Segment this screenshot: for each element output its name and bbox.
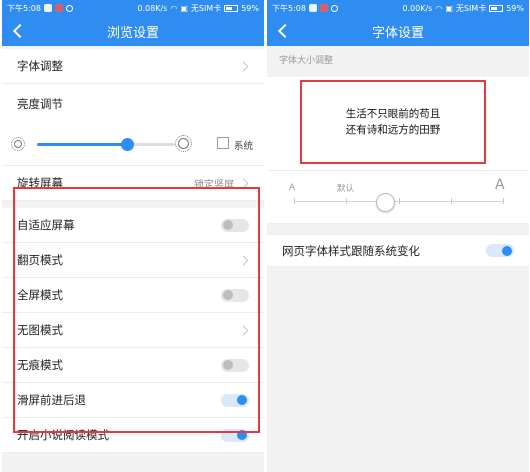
system-brightness-checkbox[interactable] <box>217 137 229 149</box>
chevron-right-icon <box>238 178 249 188</box>
status-time: 下午5:08 <box>7 3 41 13</box>
follow-system-font-toggle[interactable] <box>486 244 514 257</box>
settings-row[interactable]: 全屏模式 <box>2 278 264 313</box>
font-preview-area: 生活不只眼前的苟且 还有诗和远方的田野 <box>267 77 529 171</box>
font-size-slider-area: A 默认 A <box>267 171 529 224</box>
rotate-screen-value: 锁定竖屏 <box>194 179 234 191</box>
network-speed: 0.08K/s <box>137 3 168 13</box>
settings-toggle[interactable] <box>221 428 249 442</box>
settings-row[interactable]: 开启小说阅读模式 <box>2 418 264 453</box>
font-preview-box: 生活不只眼前的苟且 还有诗和远方的田野 <box>300 80 486 164</box>
brightness-slider[interactable] <box>37 138 175 151</box>
settings-row[interactable]: 滑屏前进后退 <box>2 383 264 418</box>
back-arrow-icon[interactable] <box>12 24 22 38</box>
sim-icon: ▣ <box>445 3 453 13</box>
settings-row-label: 全屏模式 <box>17 288 63 302</box>
rotate-screen-row[interactable]: 旋转屏幕 锁定竖屏 <box>2 166 264 201</box>
slider-tick <box>399 198 400 204</box>
app-notification-icon <box>308 4 317 12</box>
sim-icon: ▣ <box>180 3 188 13</box>
settings-row[interactable]: 翻页模式 <box>2 243 264 278</box>
brightness-label: 亮度调节 <box>17 97 63 111</box>
settings-row[interactable]: 无痕模式 <box>2 348 264 383</box>
brightness-section: 亮度调节 系统 <box>2 84 264 166</box>
battery-percent: 59% <box>241 3 259 13</box>
settings-toggle[interactable] <box>221 358 249 372</box>
settings-row-label: 滑屏前进后退 <box>17 393 86 407</box>
toggle-knob <box>223 360 233 370</box>
page-title: 字体设置 <box>371 25 424 41</box>
wifi-icon: ◠ <box>170 3 178 13</box>
browse-settings-screen: 下午5:08 0.08K/s ◠ ▣ 无SIM卡 59% 浏览设置 字体调整 亮… <box>2 0 264 472</box>
settings-row[interactable]: 无图模式 <box>2 313 264 348</box>
chevron-right-icon <box>238 325 249 335</box>
status-bar: 下午5:08 0.00K/s ◠ ▣ 无SIM卡 59% <box>267 0 529 16</box>
settings-list: 自适应屏幕翻页模式全屏模式无图模式无痕模式滑屏前进后退开启小说阅读模式 <box>2 208 264 453</box>
chevron-right-icon <box>238 61 249 71</box>
toggle-knob <box>502 245 512 256</box>
font-adjust-row[interactable]: 字体调整 <box>2 49 264 84</box>
toggle-knob <box>223 220 233 230</box>
slider-tick <box>451 198 452 204</box>
settings-toggle[interactable] <box>221 288 249 302</box>
battery-icon <box>224 4 239 12</box>
back-arrow-icon[interactable] <box>277 24 287 38</box>
font-size-large-label: A <box>495 177 505 193</box>
follow-system-font-label: 网页字体样式跟随系统变化 <box>282 243 420 258</box>
status-time: 下午5:08 <box>272 3 306 13</box>
slider-tick <box>346 198 347 204</box>
system-brightness-label: 系统 <box>234 141 254 152</box>
slider-tick <box>294 198 295 204</box>
font-adjust-label: 字体调整 <box>17 59 63 73</box>
settings-row[interactable]: 自适应屏幕 <box>2 208 264 243</box>
section-gap <box>2 201 264 208</box>
settings-toggle[interactable] <box>221 218 249 232</box>
status-bar: 下午5:08 0.08K/s ◠ ▣ 无SIM卡 59% <box>2 0 264 16</box>
app-notification-icon <box>43 4 52 12</box>
brightness-slider-fill <box>37 143 127 146</box>
font-settings-screen: 下午5:08 0.00K/s ◠ ▣ 无SIM卡 59% 字体设置 字体大小调整… <box>267 0 529 472</box>
rotate-screen-label: 旋转屏幕 <box>17 176 63 190</box>
wifi-icon: ◠ <box>435 3 443 13</box>
brightness-slider-handle[interactable] <box>120 138 134 151</box>
font-size-default-label: 默认 <box>337 184 355 194</box>
settings-row-label: 开启小说阅读模式 <box>17 428 109 442</box>
title-bar: 浏览设置 <box>2 16 264 46</box>
chevron-right-icon <box>238 255 249 265</box>
settings-row-label: 无图模式 <box>17 323 63 337</box>
toggle-knob <box>237 430 247 440</box>
toggle-knob <box>237 395 247 405</box>
battery-percent: 59% <box>506 3 524 13</box>
app-notification-icon <box>54 4 63 12</box>
font-size-slider[interactable] <box>294 198 504 204</box>
page-title: 浏览设置 <box>106 25 159 41</box>
sim-status: 无SIM卡 <box>455 3 487 13</box>
follow-system-font-row[interactable]: 网页字体样式跟随系统变化 <box>267 234 529 267</box>
font-size-small-label: A <box>289 183 296 193</box>
cloud-icon <box>330 4 338 12</box>
title-bar: 字体设置 <box>267 16 529 46</box>
toggle-knob <box>223 290 233 300</box>
settings-row-label: 无痕模式 <box>17 358 63 372</box>
settings-row-label: 翻页模式 <box>17 253 63 267</box>
cloud-icon <box>65 4 73 12</box>
preview-text-line-1: 生活不只眼前的苟且 <box>345 108 441 120</box>
network-speed: 0.00K/s <box>402 3 433 13</box>
brightness-high-icon <box>175 135 192 152</box>
font-size-slider-handle[interactable] <box>376 193 395 212</box>
settings-row-label: 自适应屏幕 <box>17 218 75 232</box>
preview-text-line-2: 还有诗和远方的田野 <box>345 124 441 136</box>
sim-status: 无SIM卡 <box>190 3 222 13</box>
slider-tick <box>503 198 504 204</box>
settings-toggle[interactable] <box>221 393 249 407</box>
font-size-section-label: 字体大小调整 <box>267 46 529 77</box>
brightness-low-icon <box>11 137 25 151</box>
battery-icon <box>489 4 504 12</box>
app-notification-icon <box>319 4 328 12</box>
